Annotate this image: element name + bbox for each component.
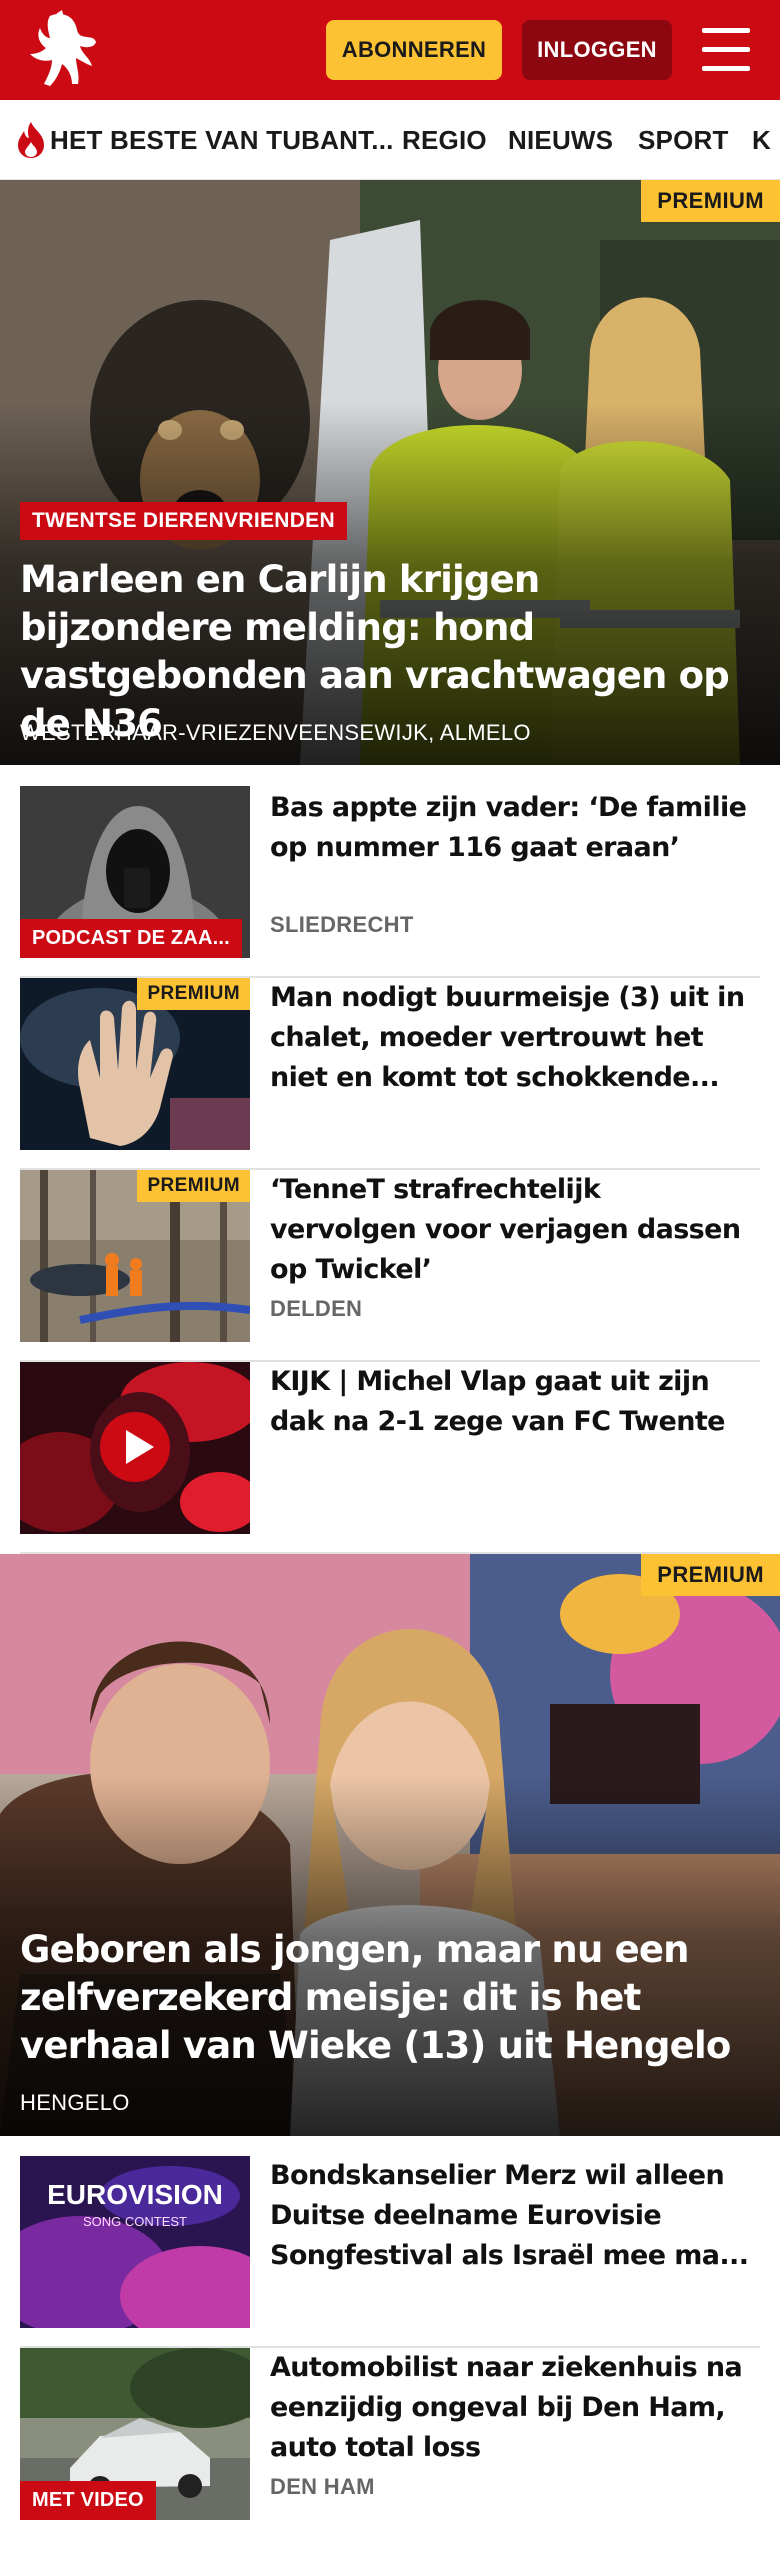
login-button[interactable]: INLOGGEN	[522, 20, 672, 80]
top-bar: ABONNEREN INLOGGEN	[0, 0, 780, 100]
article-title[interactable]: Geboren als jongen, maar nu een zelfverz…	[20, 1926, 760, 2070]
nav-item-nieuws[interactable]: NIEUWS	[508, 100, 613, 179]
podcast-badge: PODCAST DE ZAA...	[20, 919, 242, 958]
video-badge: MET VIDEO	[20, 2481, 156, 2520]
article-title[interactable]: Bondskanselier Merz wil alleen Duitse de…	[270, 2156, 750, 2276]
article-title[interactable]: ‘TenneT strafrechtelijk vervolgen voor v…	[270, 1170, 750, 1290]
article-thumbnail: MET VIDEO	[20, 2348, 250, 2520]
list-item[interactable]: PODCAST DE ZAA... Bas appte zijn vader: …	[20, 786, 760, 978]
thumbnail-logo-subtext: SONG CONTEST	[83, 2214, 187, 2229]
section-nav: HET BESTE VAN TUBANT... REGIO NIEUWS SPO…	[0, 100, 780, 180]
thumbnail-logo-text: EUROVISION	[47, 2179, 223, 2210]
premium-badge: PREMIUM	[137, 978, 250, 1010]
hero-article-dog[interactable]: PREMIUM TWENTSE DIERENVRIENDEN Marleen e…	[0, 180, 780, 765]
article-location: HENGELO	[20, 2090, 130, 2115]
tubantia-horse-logo[interactable]	[20, 10, 104, 90]
article-title[interactable]: KIJK | Michel Vlap gaat uit zijn dak na …	[270, 1362, 750, 1442]
list-item[interactable]: EUROVISION SONG CONTEST Bondskanselier M…	[20, 2156, 760, 2348]
article-title[interactable]: Bas appte zijn vader: ‘De familie op num…	[270, 788, 750, 868]
premium-badge: PREMIUM	[641, 180, 780, 222]
article-thumbnail: EUROVISION SONG CONTEST	[20, 2156, 250, 2328]
article-thumbnail: PREMIUM	[20, 978, 250, 1150]
flame-icon	[18, 122, 44, 158]
nav-item-more[interactable]: K	[752, 100, 771, 179]
hero-article-wieke[interactable]: PREMIUM Geboren als jongen, maar nu een …	[0, 1554, 780, 2136]
article-location: SLIEDRECHT	[270, 912, 414, 937]
nav-item-sport[interactable]: SPORT	[638, 100, 729, 179]
premium-badge: PREMIUM	[641, 1554, 780, 1596]
category-tag[interactable]: TWENTSE DIERENVRIENDEN	[20, 502, 347, 540]
premium-badge: PREMIUM	[137, 1170, 250, 1202]
article-thumbnail: PREMIUM	[20, 1170, 250, 1342]
nav-item-regio[interactable]: REGIO	[402, 100, 487, 179]
article-location: DEN HAM	[270, 2474, 375, 2499]
article-thumbnail	[20, 1362, 250, 1534]
menu-icon[interactable]	[700, 24, 752, 76]
article-title[interactable]: Man nodigt buurmeisje (3) uit in chalet,…	[270, 978, 750, 1098]
article-location: DELDEN	[270, 1296, 363, 1321]
list-item[interactable]: MET VIDEO Automobilist naar ziekenhuis n…	[20, 2348, 760, 2540]
list-item[interactable]: KIJK | Michel Vlap gaat uit zijn dak na …	[20, 1362, 760, 1554]
list-item[interactable]: PREMIUM ‘TenneT strafrechtelijk vervolge…	[20, 1170, 760, 1362]
article-title[interactable]: Automobilist naar ziekenhuis na eenzijdi…	[270, 2348, 750, 2468]
play-icon[interactable]	[100, 1412, 170, 1482]
list-item[interactable]: PREMIUM Man nodigt buurmeisje (3) uit in…	[20, 978, 760, 1170]
article-thumbnail: PODCAST DE ZAA...	[20, 786, 250, 958]
article-location: WESTERHAAR-VRIEZENVEENSEWIJK, ALMELO	[20, 720, 531, 745]
subscribe-button[interactable]: ABONNEREN	[326, 20, 502, 80]
nav-item-best-of-tubantia[interactable]: HET BESTE VAN TUBANT...	[50, 100, 394, 179]
